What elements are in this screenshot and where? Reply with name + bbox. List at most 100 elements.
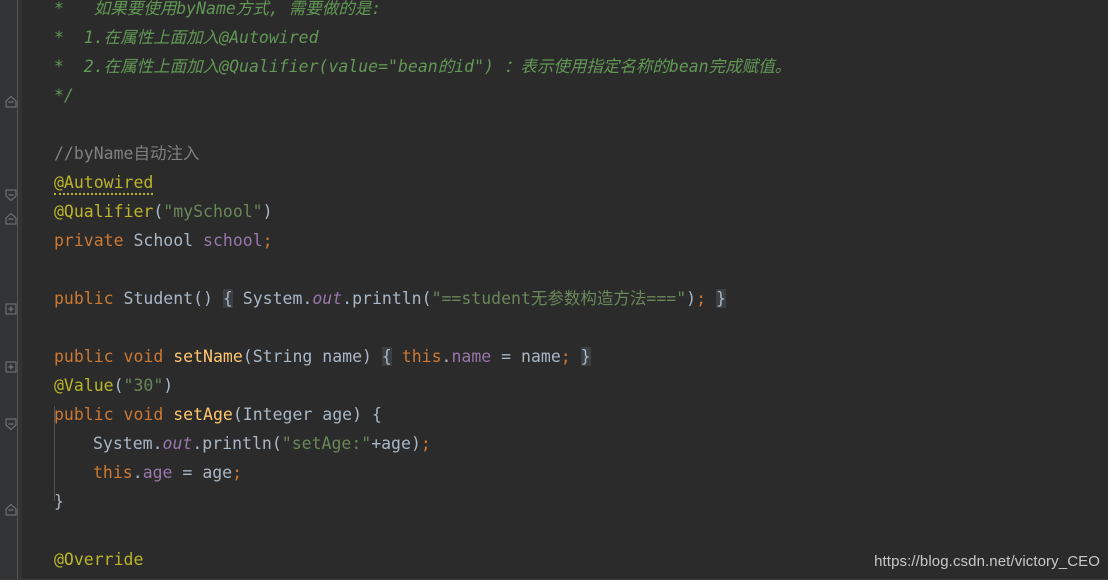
code-token: "mySchool" <box>163 202 263 221</box>
code-token: ; <box>420 434 431 453</box>
code-line[interactable]: */ <box>54 81 74 110</box>
code-token: println <box>202 434 272 453</box>
code-token: ; <box>560 347 571 366</box>
code-token: ) <box>163 376 174 395</box>
code-token: this <box>401 347 442 366</box>
code-token: { <box>381 347 392 366</box>
code-token: ) <box>262 202 273 221</box>
code-token: . <box>441 347 452 366</box>
code-token: ) { <box>352 405 382 424</box>
code-token: . <box>152 434 163 453</box>
code-token: println <box>352 289 422 308</box>
fold-expand-marker[interactable] <box>5 361 18 374</box>
code-token: "==student无参数构造方法===" <box>431 289 687 308</box>
code-token: . <box>342 289 353 308</box>
code-token: ; <box>696 289 707 308</box>
code-token: } <box>580 347 591 366</box>
fold-end-marker[interactable] <box>5 418 18 431</box>
code-token: Student <box>123 289 194 308</box>
code-line[interactable]: //byName自动注入 <box>54 139 199 168</box>
code-token: . <box>192 434 203 453</box>
code-token: * 1.在属性上面加入@Autowired <box>54 28 319 47</box>
code-line[interactable]: public Student() { System.out.println("=… <box>54 284 726 313</box>
code-token: name <box>521 347 561 366</box>
editor-gutter[interactable] <box>0 0 22 580</box>
code-token: age <box>381 434 411 453</box>
code-line[interactable]: * 2.在属性上面加入@Qualifier(value="bean的id") ：… <box>54 52 791 81</box>
code-text-area[interactable]: * 如果要使用byName方式, 需要做的是: * 1.在属性上面加入@Autow… <box>22 0 1108 580</box>
code-token: () <box>193 289 223 308</box>
fold-end-marker[interactable] <box>5 189 18 202</box>
code-line[interactable]: @Qualifier("mySchool") <box>54 197 273 226</box>
code-line[interactable]: public void setName(String name) { this.… <box>54 342 591 371</box>
code-token: ( <box>113 376 124 395</box>
code-token: ( <box>421 289 432 308</box>
code-token: void <box>123 347 164 366</box>
code-token: ( <box>271 434 282 453</box>
code-token: private <box>54 231 124 250</box>
code-token: } <box>715 289 726 308</box>
code-line[interactable]: * 1.在属性上面加入@Autowired <box>54 23 319 52</box>
code-token: out <box>162 434 193 453</box>
code-token: name <box>322 347 363 366</box>
code-token: + <box>371 434 382 453</box>
code-line[interactable]: } <box>54 487 64 516</box>
code-token: ) <box>686 289 697 308</box>
code-token: void <box>123 405 164 424</box>
code-token: public <box>54 405 114 424</box>
code-token: Integer <box>242 405 313 424</box>
code-token: age <box>322 405 353 424</box>
code-token: age <box>142 463 173 482</box>
code-token: ( <box>153 202 164 221</box>
code-token: = <box>172 463 203 482</box>
code-token: age <box>202 463 233 482</box>
code-token: ( <box>242 347 253 366</box>
code-token: String <box>252 347 313 366</box>
code-token: ( <box>232 405 243 424</box>
code-token: "30" <box>123 376 164 395</box>
code-token: } <box>54 492 64 511</box>
code-token: setName <box>173 347 243 366</box>
code-editor[interactable]: * 如果要使用byName方式, 需要做的是: * 1.在属性上面加入@Autow… <box>0 0 1108 580</box>
code-token: System <box>93 434 153 453</box>
code-line[interactable]: System.out.println("setAge:"+age); <box>93 429 431 458</box>
code-token: public <box>54 347 114 366</box>
code-line[interactable]: private School school; <box>54 226 273 255</box>
code-token: @Override <box>54 550 144 569</box>
code-token: @Qualifier <box>54 202 154 221</box>
gutter-divider-line <box>17 0 18 580</box>
code-line[interactable]: @Autowired <box>54 168 154 197</box>
fold-expand-marker[interactable] <box>5 303 18 316</box>
code-line[interactable]: this.age = age; <box>93 458 242 487</box>
code-line[interactable]: @Override <box>54 545 143 574</box>
code-token: out <box>312 289 343 308</box>
code-token: */ <box>54 86 74 105</box>
code-token: "setAge:" <box>281 434 372 453</box>
code-token: public <box>54 289 114 308</box>
code-line[interactable]: public void setAge(Integer age) { <box>54 400 382 429</box>
fold-collapse-marker[interactable] <box>5 503 18 517</box>
code-token: * 如果要使用byName方式, 需要做的是: <box>54 0 382 18</box>
code-line[interactable]: * 如果要使用byName方式, 需要做的是: <box>54 0 381 23</box>
code-token: school <box>203 231 263 250</box>
code-token: ) <box>362 347 382 366</box>
code-token: ; <box>262 231 273 250</box>
code-line[interactable]: @Value("30") <box>54 371 173 400</box>
code-token: name <box>451 347 492 366</box>
code-token: . <box>132 463 143 482</box>
code-token: System <box>242 289 303 308</box>
code-token: //byName自动注入 <box>54 144 200 163</box>
fold-collapse-marker[interactable] <box>5 212 18 226</box>
code-token: School <box>133 231 194 250</box>
fold-collapse-marker[interactable] <box>5 95 18 109</box>
